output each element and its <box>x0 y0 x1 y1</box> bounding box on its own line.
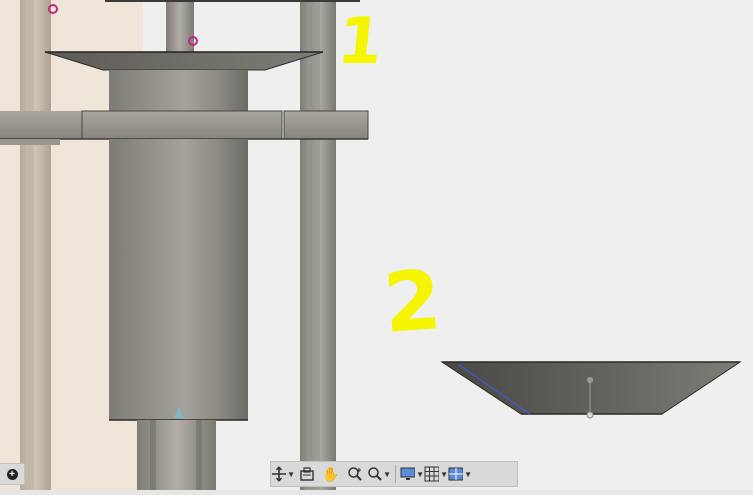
navigation-bar: ▼ ✋ ▼ ▼ ▼ ▼ <box>270 461 518 487</box>
cylinder-upper[interactable] <box>109 70 248 112</box>
grid-button[interactable]: ▼ <box>424 463 448 485</box>
viewports-button[interactable]: ▼ <box>448 463 472 485</box>
zoom-window-icon <box>368 467 382 481</box>
cylinder-main[interactable] <box>109 139 248 421</box>
display-settings-button[interactable]: ▼ <box>400 463 424 485</box>
model-viewport[interactable]: 1 2 <box>0 0 753 495</box>
annotation-label-2: 2 <box>380 253 445 352</box>
rod-right[interactable] <box>300 0 336 490</box>
viewports-icon <box>448 467 464 481</box>
annotation-label-1: 1 <box>334 5 387 79</box>
zoom-icon <box>348 467 362 481</box>
add-icon[interactable]: + <box>6 468 18 480</box>
zoom-button[interactable] <box>343 463 367 485</box>
look-at-button[interactable] <box>295 463 319 485</box>
monitor-icon <box>400 467 416 480</box>
orbit-button[interactable]: ▼ <box>271 463 295 485</box>
toolbar-separator <box>395 465 396 483</box>
orbit-icon <box>272 466 286 482</box>
lower-shaft[interactable] <box>137 420 216 490</box>
hand-icon: ✋ <box>322 465 340 482</box>
grid-icon <box>424 466 440 482</box>
look-at-icon <box>300 467 314 481</box>
fit-button[interactable]: ▼ <box>367 463 391 485</box>
rod-left[interactable] <box>20 0 51 490</box>
pan-button[interactable]: ✋ <box>319 463 343 485</box>
left-toolbar-stub[interactable]: + <box>0 463 25 485</box>
cone-part-2[interactable] <box>440 361 742 419</box>
